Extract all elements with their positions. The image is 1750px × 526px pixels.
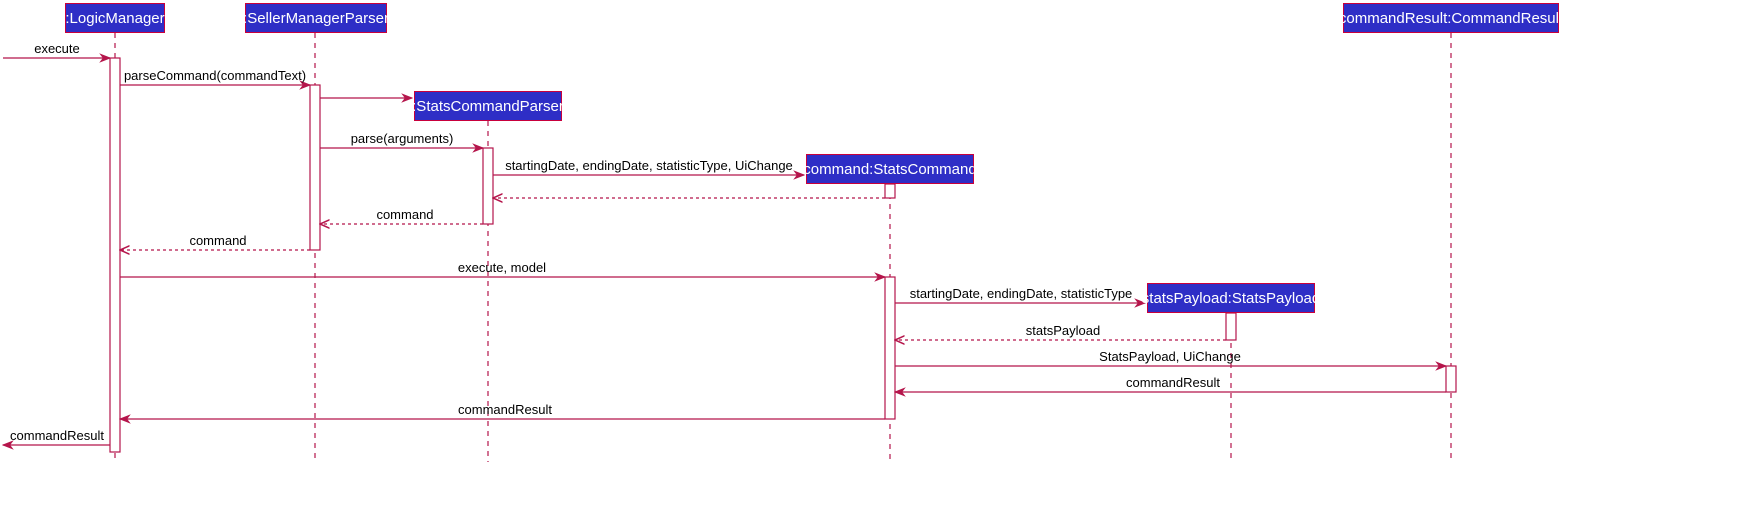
message-label: parseCommand(commandText) [124, 68, 306, 83]
participant-seller-manager-parser: :SellerManagerParser [243, 3, 389, 33]
message-execute-in: execute [3, 41, 112, 63]
message-label: parse(arguments) [351, 131, 454, 146]
participant-stats-command: command:StatsCommand [803, 154, 977, 184]
activation-bar-seller-manager-parser [309, 84, 321, 251]
participant-label: command:StatsCommand [803, 160, 977, 178]
participant-stats-command-parser: :StatsCommandParser [412, 91, 564, 121]
message-label: commandResult [10, 428, 104, 443]
message-execute-model: execute, model [120, 260, 887, 282]
message-command-result-return-2: commandResult [118, 402, 885, 424]
message-label: startingDate, endingDate, statisticType [910, 286, 1133, 301]
participant-label: commandResult:CommandResult [1338, 9, 1564, 27]
message-label: execute [34, 41, 80, 56]
participant-stats-payload: statsPayload:StatsPayload [1142, 283, 1320, 313]
sequence-diagram: execute parseCommand(commandText) parse(ar… [1, 33, 1457, 462]
message-command-return-1: command [320, 207, 483, 224]
message-label: statsPayload [1026, 323, 1100, 338]
participant-label: statsPayload:StatsPayload [1141, 289, 1321, 307]
activation-bar-stats-command-parser [482, 147, 494, 225]
activation-bar-command-result [1445, 365, 1457, 393]
message-stats-payload-return: statsPayload [895, 323, 1226, 340]
message-create-stats-command: startingDate, endingDate, statisticType,… [493, 158, 806, 180]
participant-label: :LogicManager [65, 9, 165, 27]
activation-bar-logic-manager [109, 57, 121, 453]
message-label: startingDate, endingDate, statisticType,… [505, 158, 793, 173]
message-parse-arguments: parse(arguments) [320, 131, 485, 153]
participant-label: :StatsCommandParser [412, 97, 564, 115]
activation-bar-stats-payload [1225, 312, 1237, 341]
message-command-result-out: commandResult [1, 428, 110, 450]
message-label: execute, model [458, 260, 546, 275]
message-label: command [189, 233, 246, 248]
message-create-command-result: StatsPayload, UiChange [895, 349, 1448, 371]
message-command-result-return: commandResult [893, 375, 1446, 397]
participant-command-result: commandResult:CommandResult [1339, 3, 1563, 33]
participant-logic-manager: :LogicManager [65, 3, 165, 33]
message-label: StatsPayload, UiChange [1099, 349, 1241, 364]
message-label: commandResult [1126, 375, 1220, 390]
participant-label: :SellerManagerParser [243, 9, 389, 27]
message-label: command [376, 207, 433, 222]
message-parse-command: parseCommand(commandText) [120, 68, 312, 90]
message-create-stats-payload: startingDate, endingDate, statisticType [895, 286, 1147, 308]
message-command-return-2: command [120, 233, 310, 250]
activation-bar-stats-command [884, 276, 896, 420]
activation-bar-stats-command [884, 183, 896, 199]
message-label: commandResult [458, 402, 552, 417]
